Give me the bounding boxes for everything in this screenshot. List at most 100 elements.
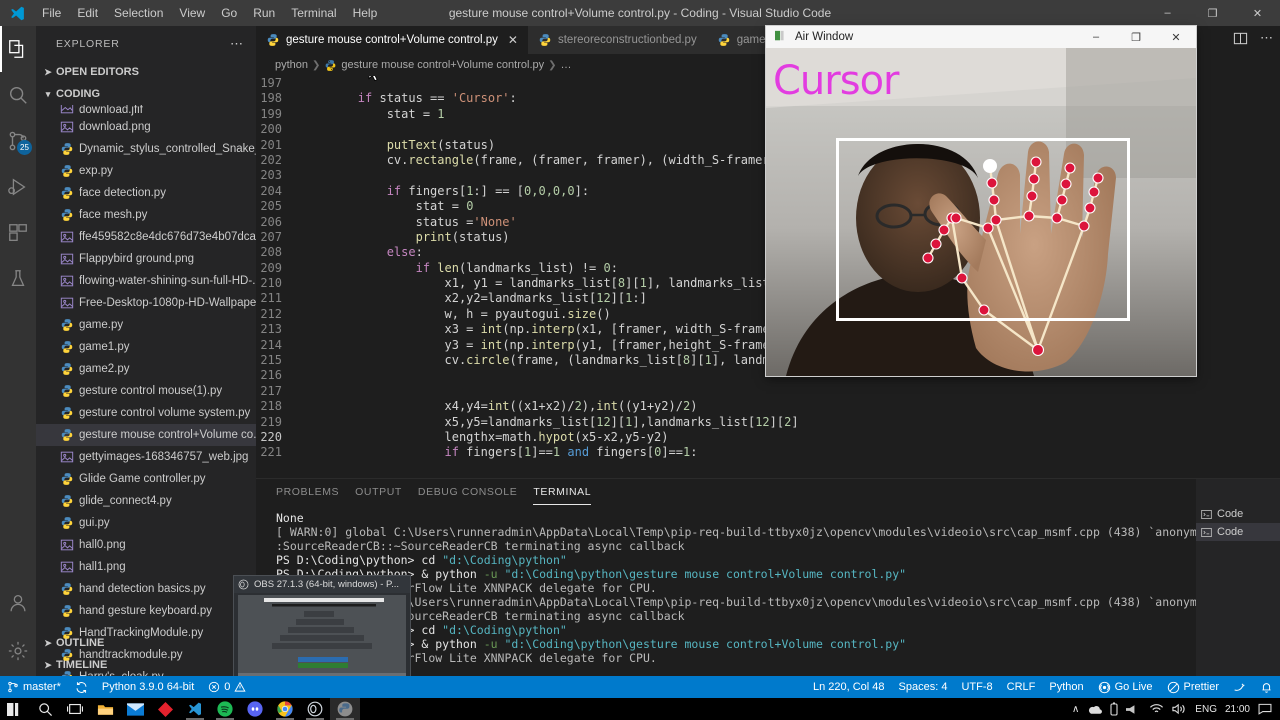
status-sync[interactable]	[68, 676, 95, 698]
menu-go[interactable]: Go	[213, 2, 245, 24]
menu-selection[interactable]: Selection	[106, 2, 171, 24]
sidebar-section-outline[interactable]: ➤ OUTLINE	[36, 632, 256, 654]
status-prettier[interactable]: Prettier	[1160, 676, 1226, 698]
file-tree-item[interactable]: download.png	[36, 116, 256, 138]
sidebar-section-timeline[interactable]: ➤ TIMELINE	[36, 654, 256, 676]
file-tree-item[interactable]: gesture control volume system.py	[36, 402, 256, 424]
obs-taskbar-icon[interactable]	[300, 698, 330, 720]
file-tree-item[interactable]: exp.py	[36, 160, 256, 182]
activity-item-search[interactable]	[0, 72, 36, 118]
menu-view[interactable]: View	[171, 2, 213, 24]
maximize-button[interactable]: ❐	[1190, 0, 1235, 26]
sidebar-more-icon[interactable]: ⋯	[230, 36, 244, 52]
file-tree-item[interactable]: hand gesture keyboard.py	[36, 600, 256, 622]
mail-icon[interactable]	[120, 698, 150, 720]
status-python-interpreter[interactable]: Python 3.9.0 64-bit	[95, 676, 201, 698]
panel-tab[interactable]: DEBUG CONSOLE	[418, 479, 517, 505]
file-tree-item[interactable]: gesture mouse control+Volume co...	[36, 424, 256, 446]
split-editor-icon[interactable]	[1233, 31, 1248, 46]
close-button[interactable]: ✕	[1235, 0, 1280, 26]
panel-tab[interactable]: TERMINAL	[533, 479, 591, 505]
menu-file[interactable]: File	[34, 2, 69, 24]
file-tree-item[interactable]: gui.py	[36, 512, 256, 534]
status-go-live[interactable]: Go Live	[1091, 676, 1160, 698]
air-close-button[interactable]: ✕	[1156, 26, 1196, 48]
file-tree-item[interactable]: face detection.py	[36, 182, 256, 204]
activity-item-explorer[interactable]	[0, 26, 36, 72]
onedrive-icon[interactable]	[1087, 704, 1103, 715]
panel-tab[interactable]: OUTPUT	[355, 479, 402, 505]
file-explorer-icon[interactable]	[90, 698, 120, 720]
tray-expand-icon[interactable]: ∧	[1072, 704, 1079, 715]
status-editor-position[interactable]: Ln 220, Col 48	[806, 676, 892, 698]
tray-language[interactable]: ENG	[1195, 704, 1217, 715]
file-tree-item[interactable]: gesture control mouse(1).py	[36, 380, 256, 402]
python-taskbar-icon[interactable]	[330, 698, 360, 720]
menu-edit[interactable]: Edit	[69, 2, 106, 24]
breadcrumb-item-symbol[interactable]: …	[561, 59, 572, 71]
obs-window[interactable]: OBS 27.1.3 (64-bit, windows) - P...	[234, 576, 410, 686]
terminal-list-item[interactable]: Code	[1196, 505, 1280, 523]
editor-tab[interactable]: gesture mouse control+Volume control.py ✕	[256, 26, 528, 54]
taskbar-search-icon[interactable]	[30, 698, 60, 720]
activity-item-extensions[interactable]	[0, 210, 36, 256]
file-tree-item[interactable]: face mesh.py	[36, 204, 256, 226]
sidebar-section-open-editors[interactable]: ➤ OPEN EDITORS	[36, 61, 256, 83]
minimize-button[interactable]: –	[1145, 0, 1190, 26]
action-center-icon[interactable]	[1258, 703, 1272, 715]
activity-item-testing[interactable]	[0, 256, 36, 302]
wifi-icon[interactable]	[1149, 703, 1164, 715]
activity-item-run-and-debug[interactable]	[0, 164, 36, 210]
vscode-taskbar-icon[interactable]	[180, 698, 210, 720]
file-tree-item[interactable]: hall1.png	[36, 556, 256, 578]
activity-item-source-control[interactable]: 25	[0, 118, 36, 164]
breadcrumb-item-file[interactable]: gesture mouse control+Volume control.py	[341, 59, 544, 71]
file-tree-item[interactable]: glide_connect4.py	[36, 490, 256, 512]
file-tree-item[interactable]: Free-Desktop-1080p-HD-Wallpape...	[36, 292, 256, 314]
air-window[interactable]: Air Window – ❐ ✕ Cursor	[766, 26, 1196, 376]
file-tree-item[interactable]: game2.py	[36, 358, 256, 380]
editor-more-icon[interactable]: ⋯	[1260, 30, 1274, 46]
file-tree-item[interactable]: gettyimages-168346757_web.jpg	[36, 446, 256, 468]
file-tree-item[interactable]: Flappybird ground.png	[36, 248, 256, 270]
battery-icon[interactable]	[1110, 702, 1118, 716]
file-tree-item[interactable]: ffe459582c8e4dc676d73e4b07dcab...	[36, 226, 256, 248]
file-tree-item[interactable]: flowing-water-shining-sun-full-HD-...	[36, 270, 256, 292]
file-tree-item[interactable]: game1.py	[36, 336, 256, 358]
status-eol[interactable]: CRLF	[1000, 676, 1043, 698]
menu-terminal[interactable]: Terminal	[283, 2, 344, 24]
file-tree-item[interactable]: Dynamic_stylus_controlled_Snake_g...	[36, 138, 256, 160]
menu-run[interactable]: Run	[245, 2, 283, 24]
file-tree-item[interactable]: hand detection basics.py	[36, 578, 256, 600]
editor-tab[interactable]: stereoreconstructionbed.py	[527, 26, 707, 54]
file-tree-item[interactable]: download.jfif	[36, 105, 256, 116]
pycharm-icon[interactable]	[150, 698, 180, 720]
status-encoding[interactable]: UTF-8	[954, 676, 999, 698]
discord-icon[interactable]	[240, 698, 270, 720]
tray-clock[interactable]: 21:00	[1225, 704, 1250, 715]
file-tree-item[interactable]: Glide Game controller.py	[36, 468, 256, 490]
spotify-icon[interactable]	[210, 698, 240, 720]
status-branch[interactable]: master*	[0, 676, 68, 698]
breadcrumb-item-folder[interactable]: python	[275, 59, 308, 71]
file-tree-item[interactable]: hall0.png	[36, 534, 256, 556]
activity-item-accounts[interactable]	[0, 580, 36, 626]
chrome-icon[interactable]	[270, 698, 300, 720]
status-feedback[interactable]	[1226, 676, 1253, 698]
air-maximize-button[interactable]: ❐	[1116, 26, 1156, 48]
close-tab-icon[interactable]: ✕	[508, 33, 518, 47]
file-tree-item[interactable]: game.py	[36, 314, 256, 336]
status-language-mode[interactable]: Python	[1042, 676, 1090, 698]
speaker-icon[interactable]	[1172, 703, 1187, 715]
status-problems[interactable]: 0	[201, 676, 253, 698]
volume-tray-icon[interactable]	[1126, 704, 1141, 715]
task-view-icon[interactable]	[60, 698, 90, 720]
activity-item-settings[interactable]	[0, 626, 36, 676]
status-indentation[interactable]: Spaces: 4	[892, 676, 955, 698]
status-notifications[interactable]	[1253, 676, 1280, 698]
panel-tab[interactable]: PROBLEMS	[276, 479, 339, 505]
terminal-list-item[interactable]: Code	[1196, 523, 1280, 541]
sidebar-section-coding[interactable]: ▾ CODING	[36, 83, 256, 105]
air-minimize-button[interactable]: –	[1076, 26, 1116, 48]
menu-help[interactable]: Help	[345, 2, 386, 24]
